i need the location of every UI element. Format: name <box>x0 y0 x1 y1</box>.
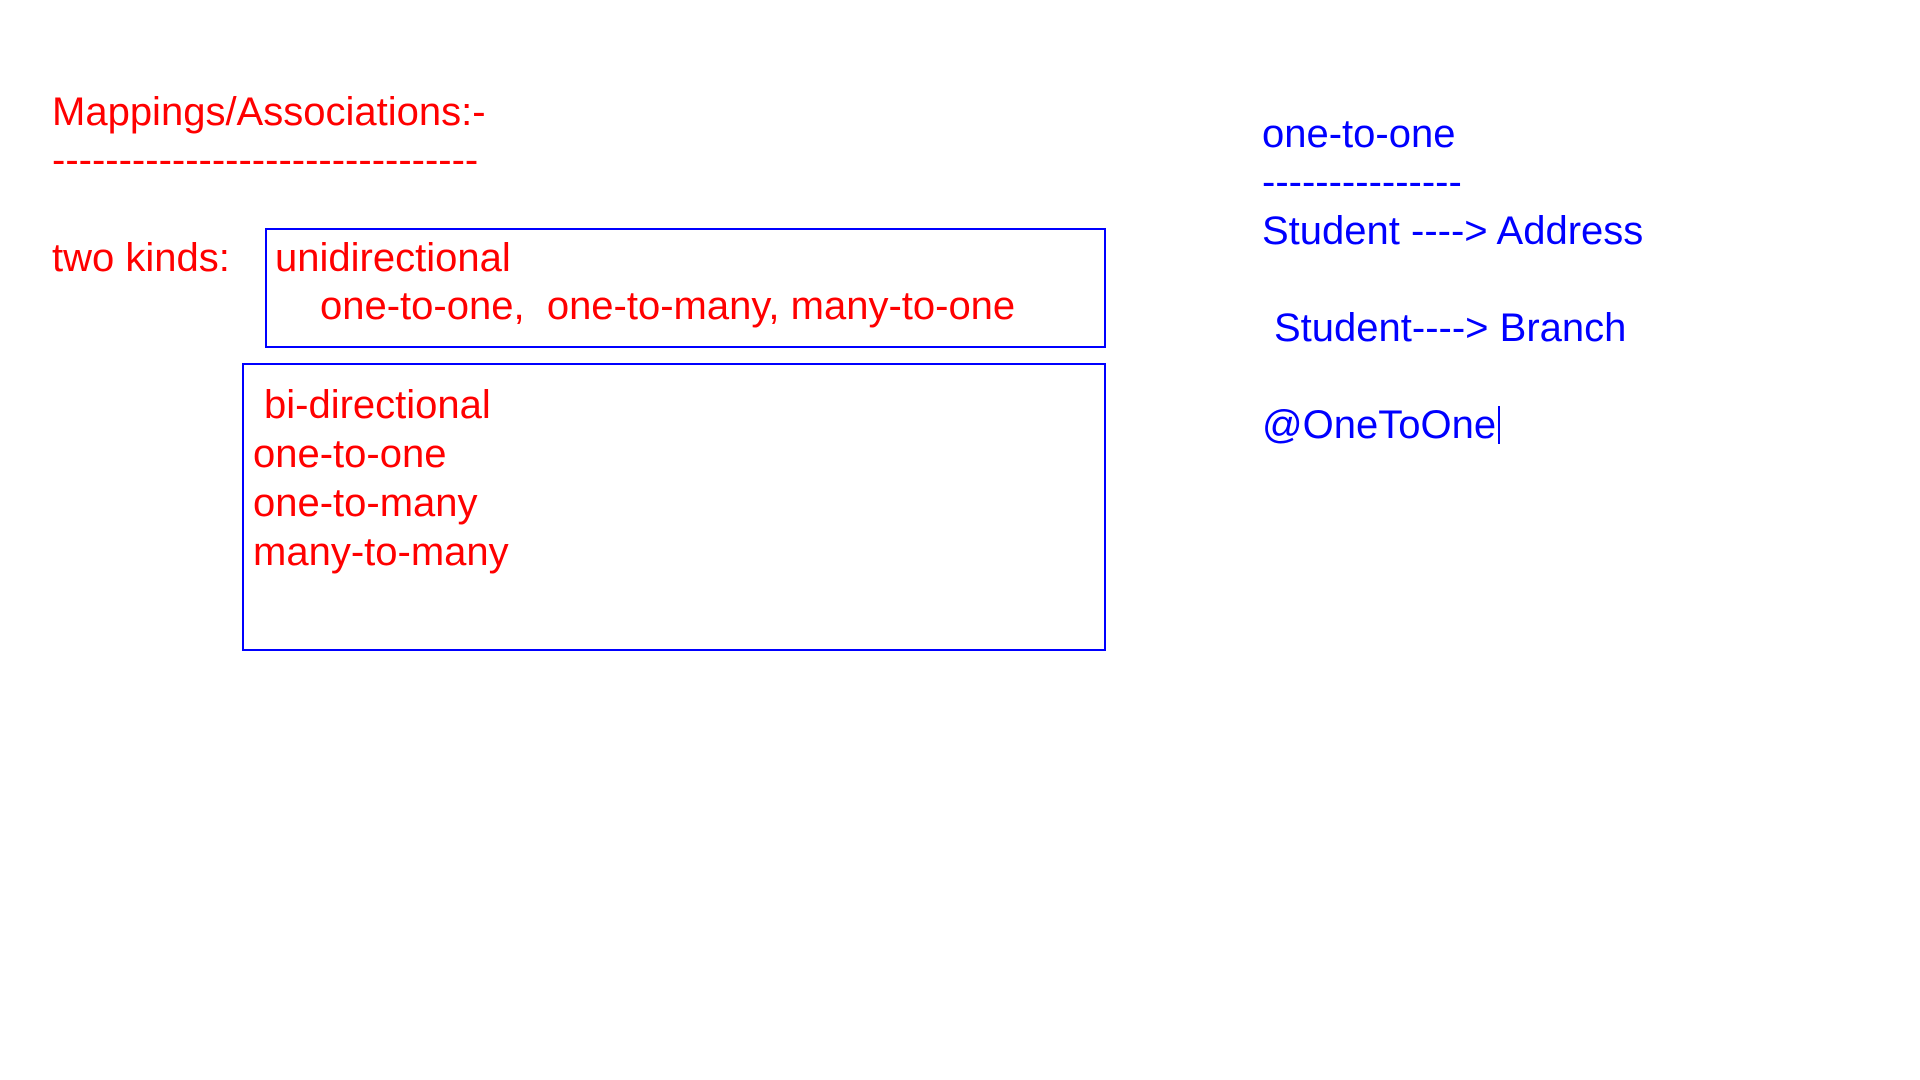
unidirectional-items: one-to-one, one-to-many, many-to-one <box>320 284 1016 328</box>
right-heading: one-to-one <box>1262 112 1456 156</box>
kinds-label: two kinds: <box>52 236 230 280</box>
title-underline: -------------------------------- <box>52 138 479 182</box>
bidirectional-item: many-to-many <box>253 530 509 574</box>
annotation-label: @OneToOne <box>1262 403 1497 447</box>
text-cursor <box>1498 406 1501 444</box>
relation-line: Student----> Branch <box>1274 306 1627 350</box>
unidirectional-heading: unidirectional <box>275 236 511 280</box>
annotation-text[interactable]: @OneToOne <box>1262 401 1501 449</box>
relation-line: Student ----> Address <box>1262 209 1644 253</box>
bidirectional-heading: bi-directional <box>264 383 491 427</box>
right-heading-underline: --------------- <box>1262 160 1462 204</box>
page-title: Mappings/Associations:- <box>52 90 486 134</box>
bidirectional-item: one-to-many <box>253 481 478 525</box>
bidirectional-item: one-to-one <box>253 432 447 476</box>
